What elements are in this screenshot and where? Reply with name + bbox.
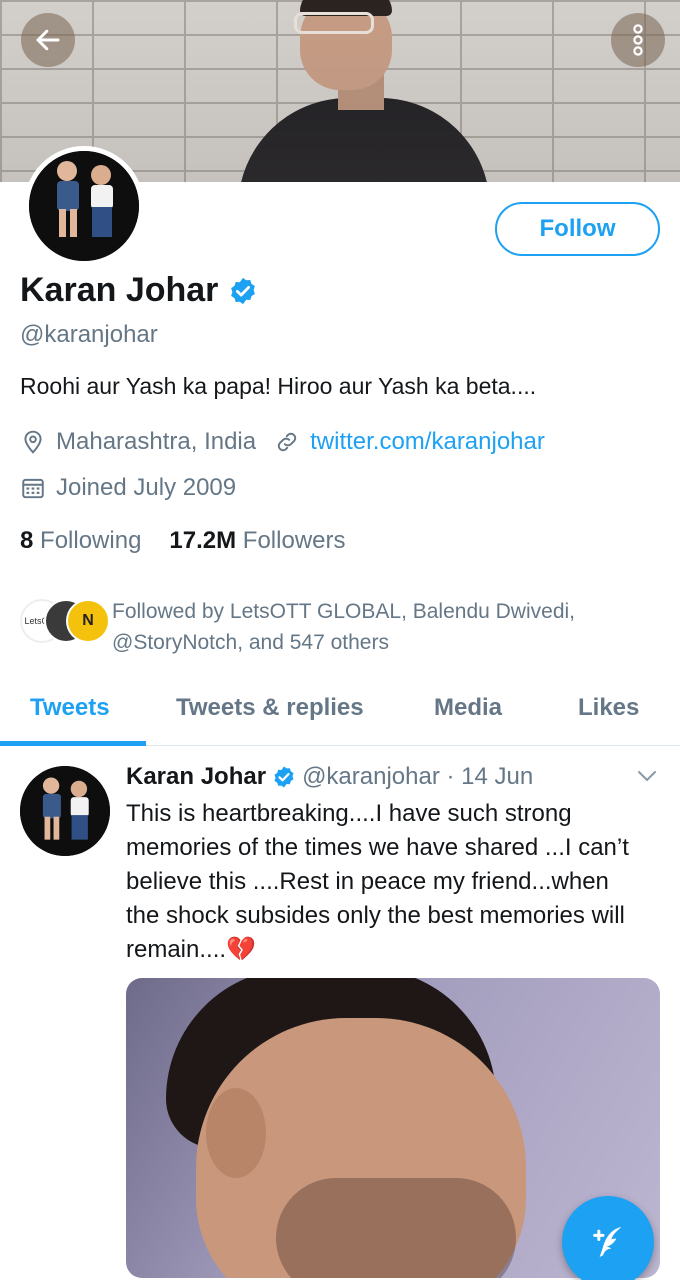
profile-handle: @karanjohar	[20, 321, 158, 348]
link-icon	[277, 432, 297, 452]
tweet-avatar[interactable]	[20, 766, 110, 856]
compose-tweet-button[interactable]	[562, 1196, 654, 1280]
tab-tweets-replies[interactable]: Tweets & replies	[176, 694, 364, 722]
tweet-text: This is heartbreaking....I have such str…	[126, 800, 629, 963]
verified-badge-icon	[231, 277, 256, 304]
arrow-left-icon	[36, 29, 60, 51]
follow-button[interactable]: Follow	[495, 202, 660, 256]
verified-badge-icon	[274, 766, 294, 788]
tweet-author[interactable]: Karan Johar	[126, 763, 266, 791]
location-text: Maharashtra, India	[56, 428, 257, 455]
more-options-button[interactable]	[611, 13, 665, 67]
profile-meta-joined: Joined July 2009	[20, 474, 236, 502]
mini-avatar-storynotch: N	[66, 599, 110, 643]
active-tab-indicator	[0, 741, 146, 746]
profile-avatar[interactable]	[24, 146, 144, 266]
chevron-down-icon[interactable]	[636, 768, 658, 784]
compose-tweet-icon	[593, 1227, 622, 1257]
follow-counts: 8 Following 17.2M Followers	[20, 527, 346, 555]
tab-tweets[interactable]: Tweets	[30, 694, 110, 722]
profile-meta-location: Maharashtra, India twitter.com/karanjoha…	[20, 428, 545, 456]
profile-bio: Roohi aur Yash ka papa! Hiroo aur Yash k…	[20, 373, 537, 399]
profile-name-text: Karan Johar	[20, 271, 219, 309]
back-button[interactable]	[21, 13, 75, 67]
more-vertical-icon	[633, 24, 643, 56]
profile-name: Karan Johar	[20, 271, 258, 310]
followers-count[interactable]: 17.2M Followers	[169, 527, 345, 555]
tweet-header: Karan Johar @karanjohar · 14 Jun	[126, 763, 533, 791]
tab-likes[interactable]: Likes	[578, 694, 639, 722]
followed-by-avatars: LetsOTT N	[20, 596, 110, 646]
followed-by-text: Followed by LetsOTT GLOBAL, Balendu Dwiv…	[112, 600, 575, 654]
tab-media[interactable]: Media	[434, 694, 502, 722]
joined-text: Joined July 2009	[56, 474, 237, 501]
avatar-image	[29, 151, 139, 261]
tweet-avatar-image	[20, 766, 110, 856]
calendar-icon	[22, 478, 44, 499]
profile-tabs: Tweets Tweets & replies Media Likes	[0, 680, 680, 746]
followed-by-section[interactable]: LetsOTT N Followed by LetsOTT GLOBAL, Ba…	[20, 596, 575, 658]
location-pin-icon	[24, 430, 42, 454]
following-count[interactable]: 8 Following	[20, 527, 141, 555]
tweet-handle-date: @karanjohar · 14 Jun	[302, 763, 534, 790]
website-link[interactable]: twitter.com/karanjohar	[310, 428, 545, 456]
